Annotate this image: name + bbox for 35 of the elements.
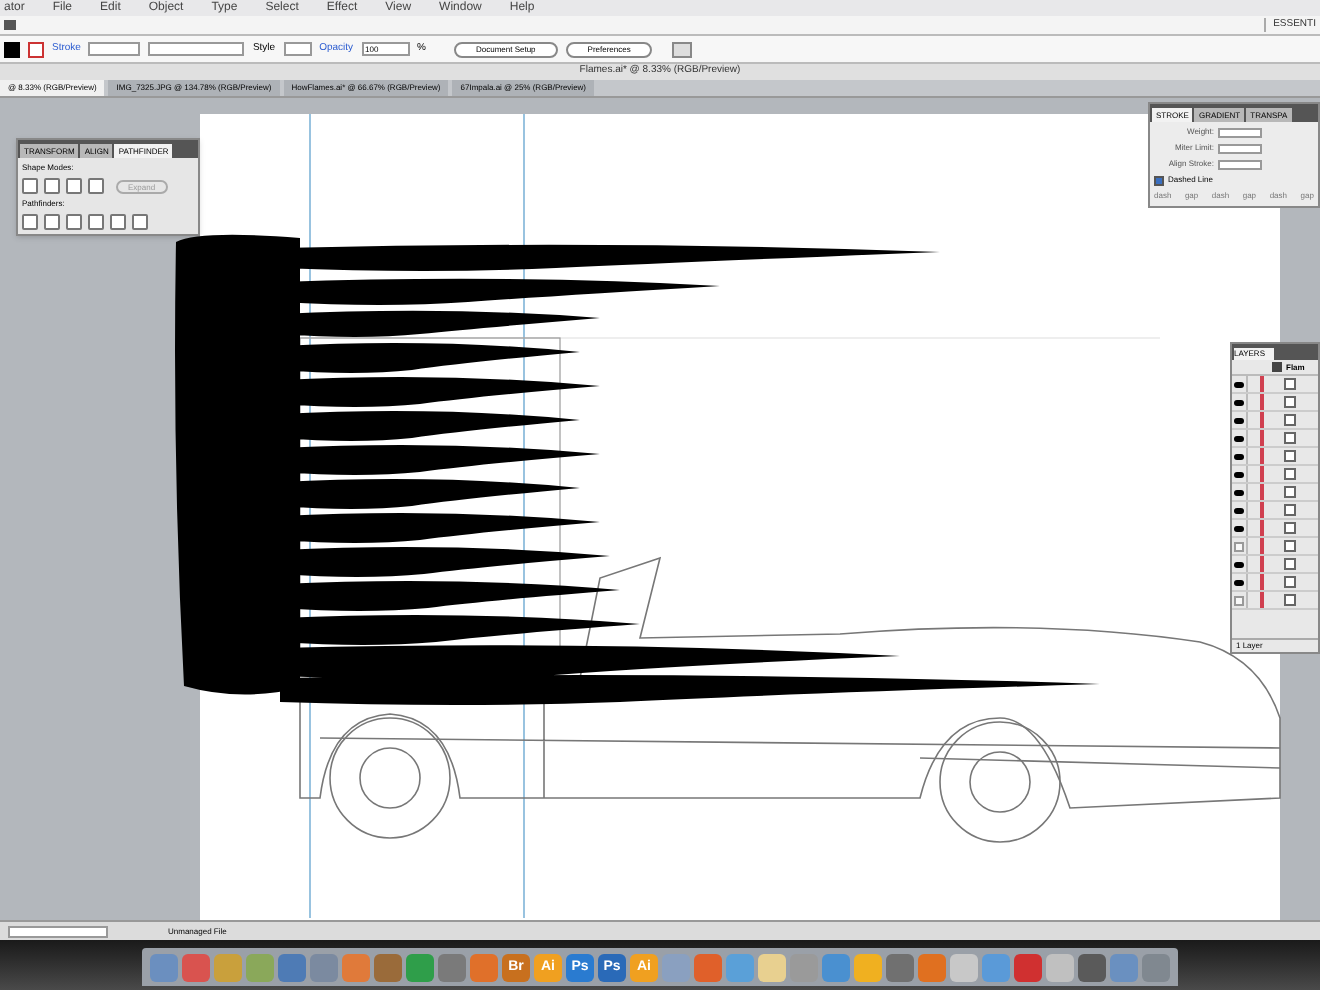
stroke-swatch[interactable] — [28, 41, 44, 57]
eye-icon[interactable] — [1234, 471, 1244, 477]
visibility-toggle[interactable] — [1234, 541, 1244, 551]
dock-app-icon[interactable] — [758, 954, 786, 982]
dock-app-icon[interactable] — [1014, 954, 1042, 982]
dock-app-icon[interactable] — [374, 954, 402, 982]
eye-icon[interactable] — [1234, 489, 1244, 495]
eye-icon[interactable] — [1234, 579, 1244, 585]
dock-app-icon[interactable] — [1078, 954, 1106, 982]
zoom-field[interactable] — [8, 925, 108, 937]
brush-dropdown[interactable] — [148, 42, 245, 56]
eye-icon[interactable] — [1234, 399, 1244, 405]
visibility-toggle[interactable] — [1234, 595, 1244, 605]
dock-app-icon[interactable] — [950, 954, 978, 982]
eye-icon[interactable] — [1234, 435, 1244, 441]
eye-icon[interactable] — [1234, 507, 1244, 513]
eye-icon[interactable] — [1234, 561, 1244, 567]
dock-app-icon[interactable] — [1046, 954, 1074, 982]
eye-icon[interactable] — [1234, 381, 1244, 387]
eye-icon[interactable] — [1234, 417, 1244, 423]
eye-icon[interactable] — [1234, 453, 1244, 459]
dock-app-icon[interactable] — [278, 954, 306, 982]
stroke-weight-field[interactable] — [88, 42, 141, 56]
style-dropdown[interactable] — [283, 42, 312, 56]
stroke-option-field[interactable] — [1218, 143, 1262, 153]
arrange-icon[interactable] — [672, 41, 693, 57]
stroke-option-field[interactable] — [1218, 159, 1262, 169]
layer-thumbnail-icon — [1272, 362, 1282, 372]
fill-swatch[interactable] — [4, 41, 20, 57]
dashed-line-checkbox[interactable] — [1154, 175, 1164, 185]
dock-app-icon[interactable] — [886, 954, 914, 982]
dock-app-icon[interactable] — [182, 954, 210, 982]
eye-icon[interactable] — [1234, 525, 1244, 531]
stroke-option-field[interactable] — [1218, 127, 1262, 137]
dock-app-icon[interactable] — [438, 954, 466, 982]
